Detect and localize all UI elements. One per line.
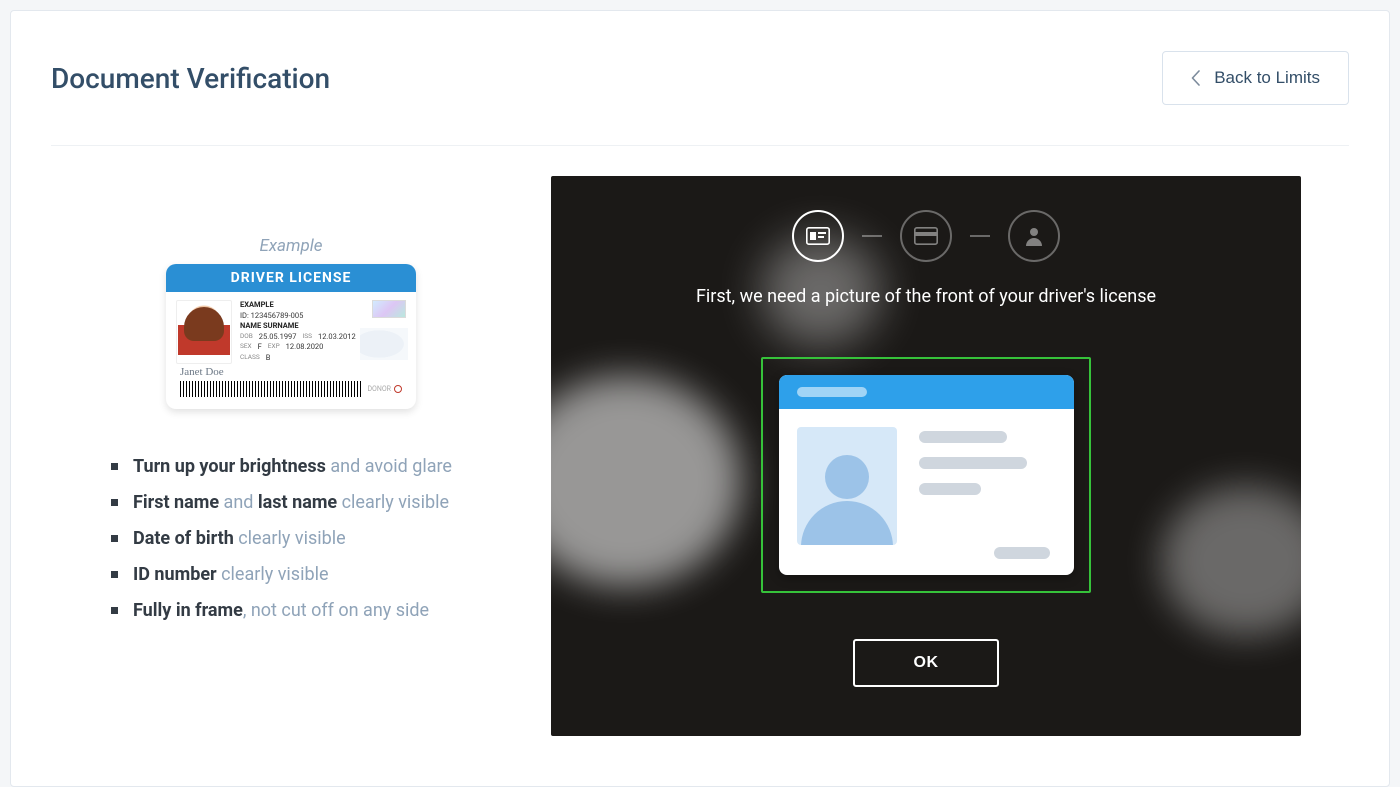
dl-exp: 12.08.2020: [286, 342, 324, 353]
dl-exp-label: EXP: [268, 342, 280, 353]
example-driver-license: DRIVER LICENSE EXAMPLE ID: 123456789-005…: [166, 264, 416, 409]
tip-item: Date of birth clearly visible: [111, 521, 531, 557]
chevron-left-icon: [1191, 70, 1200, 86]
camera-panel: First, we need a picture of the front of…: [551, 176, 1301, 736]
dl-title: DRIVER LICENSE: [166, 264, 416, 292]
capture-frame: [761, 357, 1091, 593]
tip-item: Turn up your brightness and avoid glare: [111, 449, 531, 485]
dl-iss: 12.03.2012: [318, 332, 356, 343]
step-front-id[interactable]: [792, 210, 844, 262]
dl-dob: 25.05.1997: [259, 332, 297, 343]
donor-dot-icon: [394, 385, 402, 393]
page-title: Document Verification: [51, 62, 330, 95]
tips-list: Turn up your brightness and avoid glare …: [51, 449, 531, 629]
dl-example-label: EXAMPLE: [240, 300, 356, 311]
verification-card: Document Verification Back to Limits Exa…: [10, 10, 1390, 787]
example-column: Example DRIVER LICENSE EXAMPLE ID: 12345…: [51, 176, 531, 736]
tip-item: First name and last name clearly visible: [111, 485, 531, 521]
dl-iss-label: ISS: [302, 332, 312, 343]
world-map-icon: [360, 328, 408, 360]
portrait-icon: [176, 300, 232, 364]
dl-class: B: [266, 353, 271, 364]
dl-donor: DONOR: [367, 385, 402, 393]
dl-id: ID: 123456789-005: [240, 311, 356, 322]
tip-item: Fully in frame, not cut off on any side: [111, 593, 531, 629]
content: Example DRIVER LICENSE EXAMPLE ID: 12345…: [51, 176, 1349, 736]
header: Document Verification Back to Limits: [51, 51, 1349, 146]
step-selfie[interactable]: [1008, 210, 1060, 262]
dl-sex-label: SEX: [240, 342, 252, 353]
ok-button[interactable]: OK: [853, 639, 999, 687]
dl-dob-label: DOB: [240, 332, 253, 343]
stepper: [792, 210, 1060, 262]
step-back-id[interactable]: [900, 210, 952, 262]
avatar-placeholder-icon: [797, 427, 897, 545]
example-label: Example: [51, 236, 531, 256]
tip-item: ID number clearly visible: [111, 557, 531, 593]
dl-name: NAME SURNAME: [240, 321, 356, 332]
step-connector: [862, 235, 882, 237]
dl-sex: F: [258, 342, 262, 353]
person-icon: [1024, 226, 1044, 246]
back-button-label: Back to Limits: [1214, 68, 1320, 88]
barcode-icon: [180, 381, 361, 397]
id-card-back-icon: [914, 227, 938, 245]
dl-class-label: CLASS: [240, 353, 260, 364]
camera-instruction: First, we need a picture of the front of…: [696, 286, 1156, 307]
id-card-placeholder: [779, 375, 1074, 575]
hologram-icon: [372, 300, 406, 318]
back-to-limits-button[interactable]: Back to Limits: [1162, 51, 1349, 105]
id-card-front-icon: [806, 227, 830, 245]
dl-info: EXAMPLE ID: 123456789-005 NAME SURNAME D…: [240, 300, 356, 364]
dl-signature: Janet Doe: [176, 364, 406, 381]
step-connector: [970, 235, 990, 237]
